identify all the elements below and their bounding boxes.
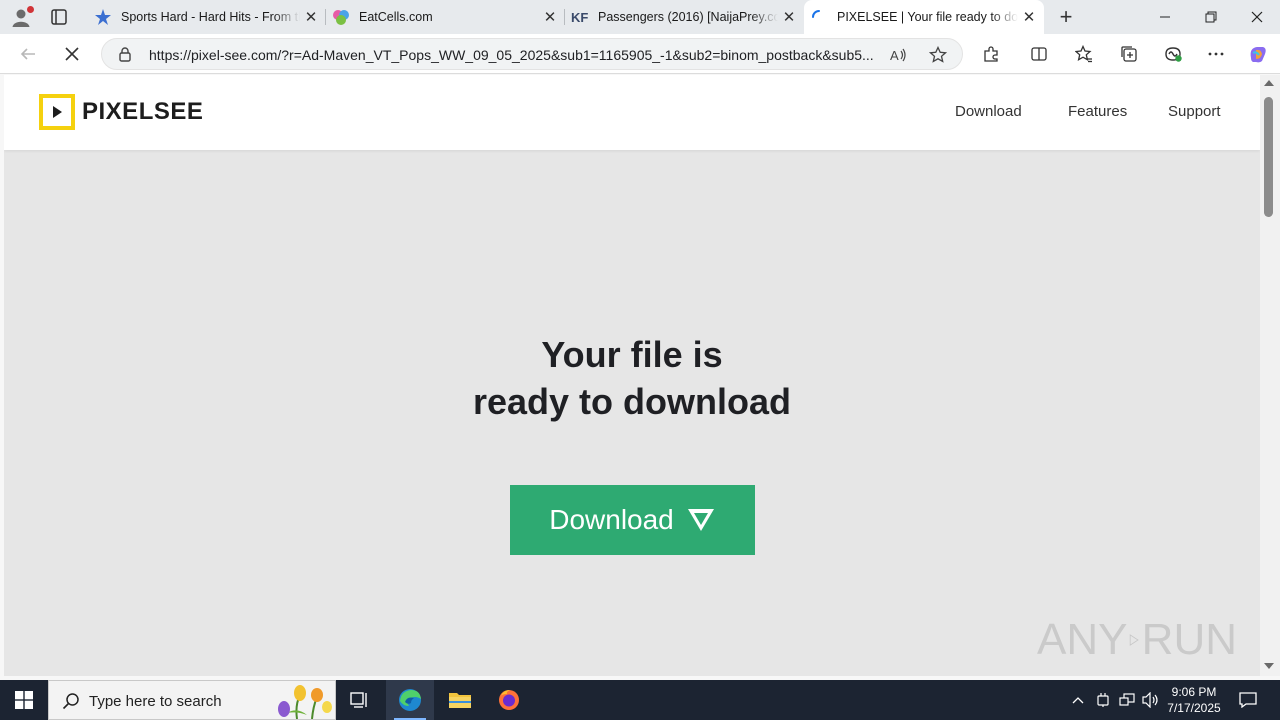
favorites-icon[interactable] — [1072, 42, 1096, 66]
stop-loading-button[interactable] — [60, 42, 84, 66]
eatcells-favicon — [332, 8, 350, 26]
tab-title: PIXELSEE | Your file ready to down — [837, 10, 1018, 24]
hero-line-2: ready to download — [472, 381, 792, 422]
chevron-up-icon — [1072, 697, 1084, 704]
hero-heading: Your file is ready to download — [4, 331, 1260, 425]
clock-time: 9:06 PM — [1171, 685, 1217, 699]
more-options-icon[interactable] — [1204, 42, 1228, 66]
folder-icon — [449, 693, 471, 708]
search-placeholder: Type here to search — [89, 693, 222, 710]
search-highlight-flowers-icon — [278, 685, 332, 719]
windows-taskbar: Type here to search 9:06 PM 7/17/2025 — [0, 680, 1280, 720]
address-url[interactable]: https://pixel-see.com/?r=Ad-Maven_VT_Pop… — [149, 47, 879, 63]
taskbar-firefox[interactable] — [485, 680, 533, 720]
scroll-up-icon[interactable] — [1264, 80, 1274, 86]
restore-button[interactable] — [1188, 0, 1234, 34]
tab-eatcells[interactable]: EatCells.com ✕ — [326, 0, 565, 34]
windows-logo-icon — [15, 691, 33, 709]
split-screen-icon[interactable] — [1027, 42, 1051, 66]
watermark-left: ANY — [1037, 615, 1128, 664]
site-info-icon[interactable] — [117, 46, 133, 62]
search-icon — [62, 692, 80, 710]
collections-icon[interactable] — [1117, 42, 1141, 66]
nav-support[interactable]: Support — [1168, 103, 1221, 120]
profile-icon[interactable] — [10, 6, 34, 28]
new-tab-button[interactable]: + — [1054, 4, 1078, 29]
close-tab-icon[interactable]: ✕ — [539, 6, 561, 28]
favorite-star-icon[interactable] — [928, 45, 948, 65]
sports-hard-favicon — [94, 8, 112, 26]
watermark-right: RUN — [1141, 615, 1237, 664]
close-tab-icon[interactable]: ✕ — [778, 6, 800, 28]
hero-line-1: Your file is — [541, 334, 723, 375]
site-header: PIXELSEE Download Features Support — [4, 75, 1260, 150]
taskbar-search[interactable]: Type here to search — [48, 680, 336, 720]
extensions-icon[interactable] — [979, 42, 1003, 66]
close-tab-icon[interactable]: ✕ — [1018, 6, 1040, 28]
clock-date: 7/17/2025 — [1167, 701, 1221, 715]
copilot-icon[interactable] — [1246, 42, 1270, 66]
download-button[interactable]: Download — [510, 485, 755, 555]
scroll-down-icon[interactable] — [1264, 663, 1274, 669]
tab-title: EatCells.com — [359, 10, 433, 24]
loading-spinner-icon — [810, 8, 828, 26]
tab-passengers[interactable]: KF Passengers (2016) [NaijaPrey.com ✕ — [565, 0, 804, 34]
tab-actions-icon[interactable] — [48, 6, 72, 28]
tab-strip: Sports Hard - Hard Hits - From th ✕ EatC… — [0, 0, 1280, 34]
page-viewport: PIXELSEE Download Features Support Your … — [4, 75, 1260, 676]
svg-text:KF: KF — [571, 10, 588, 25]
svg-text:A: A — [890, 48, 899, 63]
back-button[interactable] — [16, 42, 40, 66]
logo-text: PIXELSEE — [82, 98, 204, 125]
task-view-button[interactable] — [336, 680, 384, 720]
taskbar-edge[interactable] — [386, 680, 434, 720]
tab-title: Passengers (2016) [NaijaPrey.com — [598, 10, 778, 24]
naijaprey-favicon: KF — [571, 8, 589, 26]
minimize-button[interactable] — [1142, 0, 1188, 34]
start-button[interactable] — [0, 680, 48, 720]
browser-toolbar: https://pixel-see.com/?r=Ad-Maven_VT_Pop… — [0, 34, 1280, 74]
notifications-button[interactable] — [1234, 680, 1262, 720]
pixelsee-logo[interactable]: PIXELSEE — [39, 94, 203, 130]
tray-device-icon[interactable] — [1092, 680, 1114, 720]
page-scrollbar[interactable] — [1260, 75, 1280, 676]
show-hidden-icons-button[interactable] — [1068, 680, 1088, 720]
tab-pixelsee[interactable]: PIXELSEE | Your file ready to down ✕ — [804, 0, 1044, 34]
address-bar[interactable]: https://pixel-see.com/?r=Ad-Maven_VT_Pop… — [101, 38, 963, 70]
nav-download[interactable]: Download — [955, 103, 1022, 120]
edge-icon — [399, 689, 421, 711]
firefox-icon — [499, 690, 519, 710]
close-window-button[interactable] — [1234, 0, 1280, 34]
browser-essentials-icon[interactable] — [1161, 42, 1185, 66]
download-button-label: Download — [549, 504, 674, 535]
read-aloud-icon[interactable]: A — [888, 45, 908, 65]
scrollbar-thumb[interactable] — [1264, 97, 1273, 217]
taskbar-file-explorer[interactable] — [436, 680, 484, 720]
notification-center-icon — [1239, 692, 1257, 708]
volume-icon[interactable] — [1140, 680, 1162, 720]
watermark-play-icon — [1130, 634, 1140, 646]
notification-dot — [27, 6, 34, 13]
nav-features[interactable]: Features — [1068, 103, 1127, 120]
task-view-icon — [350, 692, 367, 708]
system-clock[interactable]: 9:06 PM 7/17/2025 — [1162, 684, 1226, 716]
close-tab-icon[interactable]: ✕ — [300, 6, 322, 28]
network-icon[interactable] — [1116, 680, 1138, 720]
download-arrow-icon — [687, 509, 714, 531]
anyrun-watermark: ANY RUN — [1037, 610, 1237, 670]
tab-title: Sports Hard - Hard Hits - From th — [121, 10, 300, 24]
tab-sports-hard[interactable]: Sports Hard - Hard Hits - From th ✕ — [88, 0, 326, 34]
play-icon — [39, 94, 75, 130]
